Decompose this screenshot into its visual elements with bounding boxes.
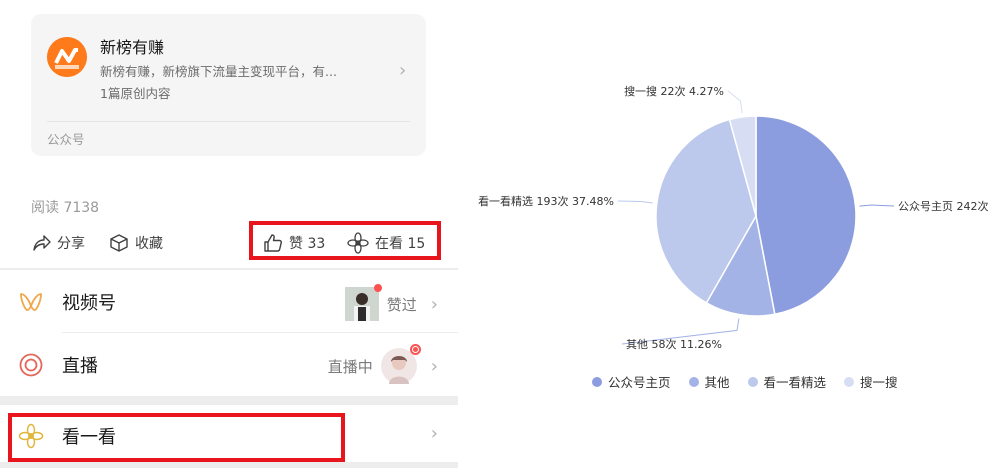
section-spacer bbox=[0, 396, 458, 405]
legend-dot bbox=[688, 376, 699, 387]
share-button[interactable]: 分享 bbox=[31, 230, 85, 256]
slice-label-2: 其他 58次 11.26% bbox=[626, 337, 722, 351]
row-divider bbox=[62, 332, 458, 333]
live-indicator-dot bbox=[409, 344, 421, 355]
collect-label: 收藏 bbox=[135, 236, 163, 252]
kanyikan-chevron: › bbox=[425, 423, 438, 444]
leader-line-4 bbox=[727, 90, 743, 114]
slice-label-3: 看一看精选 193次 37.48% bbox=[478, 194, 614, 208]
card-divider bbox=[47, 121, 410, 122]
notification-dot bbox=[373, 284, 382, 292]
avatar bbox=[344, 284, 382, 321]
legend-dot bbox=[747, 376, 758, 387]
collect-button[interactable]: 收藏 bbox=[109, 230, 163, 256]
account-article-count: 1篇原创内容 bbox=[100, 86, 171, 101]
pie-slice-1[interactable] bbox=[755, 115, 857, 316]
read-count: 阅读 7138 bbox=[31, 200, 100, 216]
channels-status-text: 赞过 bbox=[386, 295, 417, 314]
chevron-right-icon: › bbox=[430, 293, 438, 315]
chart-legend: 公众号主页 其他 看一看精选 搜一搜 bbox=[592, 372, 898, 391]
channels-butterfly-icon bbox=[20, 293, 42, 311]
channels-row[interactable]: 视频号 赞过 › bbox=[0, 271, 458, 333]
account-name: 新榜有赚 bbox=[100, 38, 165, 57]
leader-line-1 bbox=[859, 204, 895, 207]
live-status-text: 直播中 bbox=[327, 357, 373, 376]
highlight-box-kanyikan bbox=[8, 413, 345, 462]
account-card[interactable]: 新榜有赚 新榜有赚，新榜旗下流量主变现平台，有... 1篇原创内容 › 公众号 bbox=[31, 14, 426, 156]
chevron-right-icon: › bbox=[399, 60, 407, 81]
leader-line-3 bbox=[617, 200, 653, 204]
chevron-right-icon: › bbox=[430, 423, 438, 444]
account-type-label: 公众号 bbox=[47, 132, 85, 147]
traffic-source-pie-chart: 公众号主页 242次其他 58次 11.26% 看一看精选 193次 37.48%… bbox=[458, 0, 991, 468]
live-status: 直播中 › bbox=[327, 344, 438, 384]
channels-status: 赞过 › bbox=[344, 284, 438, 321]
account-description: 新榜有赚，新榜旗下流量主变现平台，有... bbox=[100, 64, 337, 79]
account-logo bbox=[47, 37, 87, 77]
article-panel: 新榜有赚 新榜有赚，新榜旗下流量主变现平台，有... 1篇原创内容 › 公众号 … bbox=[0, 0, 458, 468]
channels-label: 视频号 bbox=[62, 293, 116, 314]
chevron-right-icon: › bbox=[430, 355, 438, 377]
legend-dot bbox=[844, 376, 855, 387]
pie-chart-canvas: 公众号主页 242次其他 58次 11.26% 看一看精选 193次 37.48%… bbox=[478, 84, 989, 351]
section-divider bbox=[0, 268, 458, 270]
legend-item[interactable]: 公众号主页 bbox=[592, 372, 671, 391]
live-row[interactable]: 直播 直播中 › bbox=[0, 334, 458, 396]
highlight-box-like-watching bbox=[249, 221, 441, 260]
legend-label: 公众号主页 bbox=[608, 375, 671, 390]
slice-label-1: 公众号主页 242次 bbox=[898, 199, 989, 213]
live-ring-icon bbox=[19, 353, 43, 377]
slice-label-4: 搜一搜 22次 4.27% bbox=[624, 84, 724, 98]
legend-item[interactable]: 搜一搜 bbox=[844, 372, 898, 391]
legend-label: 搜一搜 bbox=[860, 375, 898, 390]
legend-item[interactable]: 其他 bbox=[688, 372, 730, 391]
legend-label: 其他 bbox=[704, 375, 730, 390]
legend-dot bbox=[592, 376, 602, 387]
legend-label: 看一看精选 bbox=[763, 375, 827, 390]
live-label: 直播 bbox=[62, 356, 98, 377]
cube-icon bbox=[110, 234, 128, 252]
share-arrow-icon bbox=[33, 235, 51, 251]
section-spacer bbox=[0, 462, 458, 468]
legend-item[interactable]: 看一看精选 bbox=[747, 372, 827, 391]
share-label: 分享 bbox=[57, 236, 85, 252]
avatar bbox=[380, 344, 421, 384]
